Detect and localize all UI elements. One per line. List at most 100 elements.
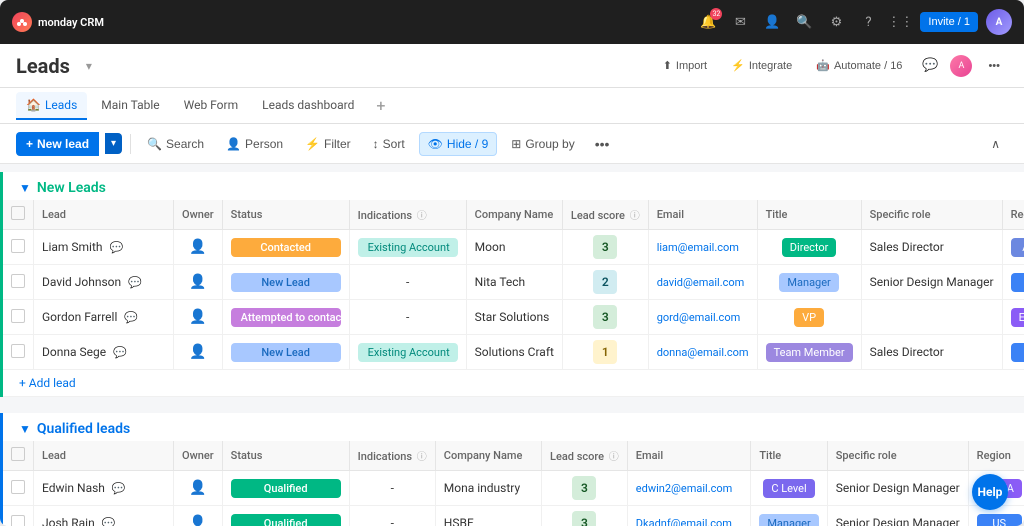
integrate-button[interactable]: ⚡ Integrate <box>723 55 800 76</box>
col-check <box>3 200 34 230</box>
content-area: ▼ New Leads Lead Owner Status Indication… <box>0 164 1024 526</box>
specific-role: Senior Design Manager <box>827 471 968 506</box>
help-button[interactable]: Help <box>972 474 1008 510</box>
message-icon[interactable]: 💬 <box>112 482 126 495</box>
person-button[interactable]: 👤 Person <box>218 133 291 155</box>
add-tab-button[interactable]: + <box>368 96 393 115</box>
message-icon[interactable]: 💬 <box>113 346 127 359</box>
new-lead-row: Liam Smith 💬 👤 Contacted Existing Accoun… <box>3 230 1024 265</box>
board-header: Leads ▾ ⬆ Import ⚡ Integrate 🤖 Automate … <box>0 44 1024 88</box>
lead-score: 3 <box>593 305 617 329</box>
row-checkbox[interactable] <box>11 239 25 253</box>
region-badge: ANZ <box>1011 238 1024 257</box>
search-button[interactable]: 🔍 Search <box>139 133 212 155</box>
col-company-q-header: Company Name <box>435 441 541 471</box>
status-badge: Qualified <box>231 514 341 526</box>
new-lead-button[interactable]: + New lead <box>16 132 99 156</box>
tab-web-form[interactable]: Web Form <box>174 92 249 120</box>
sort-button[interactable]: ↕ Sort <box>365 133 413 155</box>
settings-icon[interactable]: ⚙ <box>824 10 848 34</box>
col-lead-q-header: Lead <box>34 441 174 471</box>
lead-name: Gordon Farrell <box>42 310 117 324</box>
collapse-button[interactable]: ∧ <box>983 133 1008 155</box>
search-nav-icon[interactable]: 🔍 <box>792 10 816 34</box>
col-status-q-header: Status <box>222 441 349 471</box>
more-options-button[interactable]: ••• <box>589 132 616 156</box>
region-badge: US <box>1011 273 1024 292</box>
apps-icon[interactable]: ⋮⋮ <box>888 10 912 34</box>
filter-button[interactable]: ⚡ Filter <box>297 133 359 155</box>
select-all-q-checkbox[interactable] <box>11 447 25 461</box>
indication-badge: - <box>406 275 409 289</box>
board-more-button[interactable]: ••• <box>980 56 1008 76</box>
email-link[interactable]: donna@email.com <box>657 346 749 359</box>
inbox-icon[interactable]: ✉ <box>728 10 752 34</box>
add-lead-row[interactable]: + Add lead <box>3 370 1024 397</box>
user-avatar[interactable]: A <box>986 9 1012 35</box>
sort-icon: ↕ <box>373 137 379 151</box>
col-email-header: Email <box>648 200 757 230</box>
board-avatar[interactable]: A <box>950 55 972 77</box>
message-icon[interactable]: 💬 <box>102 517 116 526</box>
import-button[interactable]: ⬆ Import <box>655 55 715 76</box>
row-q-checkbox[interactable] <box>11 515 25 526</box>
invite-button[interactable]: Invite / 1 <box>920 12 978 32</box>
message-icon[interactable]: 💬 <box>110 241 124 254</box>
email-link[interactable]: david@email.com <box>657 276 745 289</box>
lead-name: Donna Sege <box>42 345 106 359</box>
new-lead-row: Gordon Farrell 💬 👤 Attempted to contact … <box>3 300 1024 335</box>
owner-icon[interactable]: 👤 <box>189 515 206 526</box>
email-link[interactable]: edwin2@email.com <box>636 482 733 495</box>
email-link[interactable]: gord@email.com <box>657 311 741 324</box>
message-icon[interactable]: 💬 <box>124 311 138 324</box>
email-link[interactable]: Dkadnf@email.com <box>636 517 732 526</box>
owner-icon[interactable]: 👤 <box>189 239 206 255</box>
board-title-dropdown[interactable]: ▾ <box>86 59 92 73</box>
tab-main-table[interactable]: Main Table <box>91 92 169 120</box>
company-name: Mona industry <box>435 471 541 506</box>
row-q-checkbox[interactable] <box>11 480 25 494</box>
new-leads-chevron[interactable]: ▼ <box>19 181 31 195</box>
board-title: Leads <box>16 54 70 78</box>
owner-icon[interactable]: 👤 <box>189 309 206 325</box>
owner-icon[interactable]: 👤 <box>189 480 206 496</box>
new-leads-header-row: Lead Owner Status Indications ⓘ Company … <box>3 200 1024 230</box>
lead-score: 2 <box>593 270 617 294</box>
tab-leads-dashboard[interactable]: Leads dashboard <box>252 92 364 120</box>
lead-name: Liam Smith <box>42 240 103 254</box>
col-score-q-header: Lead score ⓘ <box>542 441 628 471</box>
toolbar-separator <box>130 134 131 154</box>
qualified-leads-chevron[interactable]: ▼ <box>19 422 31 436</box>
help-icon[interactable]: ? <box>856 10 880 34</box>
col-indications-header: Indications ⓘ <box>349 200 466 230</box>
chat-icon[interactable]: 💬 <box>918 54 942 78</box>
status-badge: Qualified <box>231 479 341 498</box>
group-by-button[interactable]: ⊞ Group by <box>503 133 582 155</box>
qualified-leads-table: Lead Owner Status Indications ⓘ Company … <box>3 441 1024 526</box>
logo-icon <box>12 12 32 32</box>
owner-icon[interactable]: 👤 <box>189 274 206 290</box>
row-checkbox[interactable] <box>11 309 25 323</box>
new-leads-section: ▼ New Leads Lead Owner Status Indication… <box>0 172 1024 397</box>
header-actions: ⬆ Import ⚡ Integrate 🤖 Automate / 16 💬 A… <box>655 54 1008 78</box>
hide-button[interactable]: 👁 Hide / 9 <box>419 132 498 156</box>
owner-icon[interactable]: 👤 <box>189 344 206 360</box>
message-icon[interactable]: 💬 <box>128 276 142 289</box>
tab-leads[interactable]: 🏠 Leads <box>16 92 87 120</box>
indication-badge: Existing Account <box>358 238 458 257</box>
automate-button[interactable]: 🤖 Automate / 16 <box>808 55 910 76</box>
row-checkbox[interactable] <box>11 274 25 288</box>
row-checkbox[interactable] <box>11 344 25 358</box>
select-all-checkbox[interactable] <box>11 206 25 220</box>
new-leads-header: ▼ New Leads <box>3 172 1024 200</box>
add-lead-button[interactable]: + Add lead <box>3 370 1024 397</box>
qualified-leads-section: ▼ Qualified leads Lead Owner Status Indi… <box>0 413 1024 526</box>
new-lead-dropdown-button[interactable]: ▾ <box>105 133 122 154</box>
status-badge: Contacted <box>231 238 341 257</box>
notification-badge: 32 <box>710 8 722 20</box>
title-badge: Manager <box>779 273 838 292</box>
contacts-icon[interactable]: 👤 <box>760 10 784 34</box>
notifications-icon[interactable]: 🔔 32 <box>696 10 720 34</box>
email-link[interactable]: liam@email.com <box>657 241 739 254</box>
col-check-q <box>3 441 34 471</box>
